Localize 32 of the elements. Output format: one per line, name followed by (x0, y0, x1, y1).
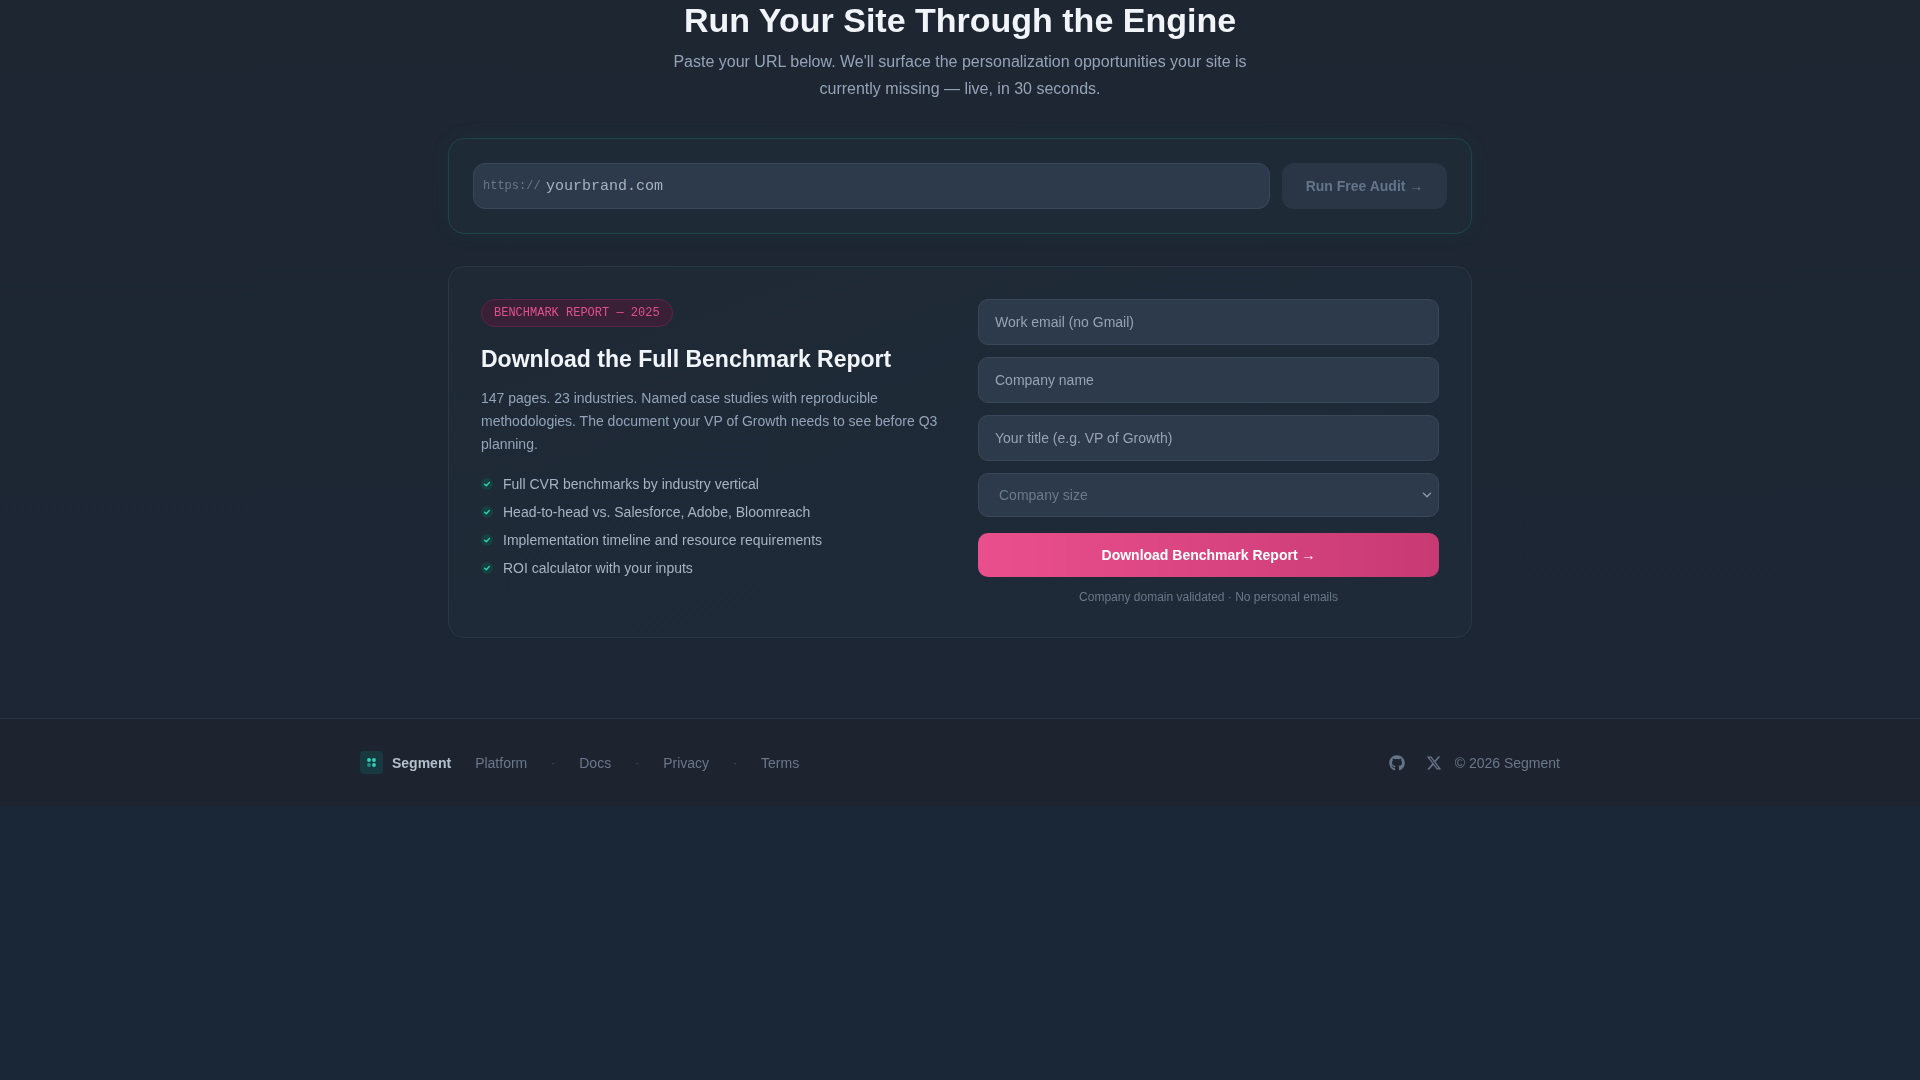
input-field[interactable]: Work email (no Gmail) (978, 299, 1439, 345)
check-circle-icon (481, 562, 493, 574)
download-button[interactable]: Download Benchmark Report → (978, 533, 1439, 577)
feature-text: Implementation timeline and resource requirements (503, 531, 823, 550)
footer-link[interactable]: Terms (761, 752, 800, 773)
brand-name: Segment (392, 753, 452, 773)
report-title: Download the Full Benchmark Report (481, 345, 892, 374)
input-field[interactable]: Company name (978, 357, 1439, 403)
report-badge: BENCHMARK REPORT — 2025 (481, 299, 673, 327)
separator-dot: · (551, 754, 556, 771)
select-field[interactable]: Company size (978, 473, 1439, 517)
hero-title: Run Your Site Through the Engine (683, 0, 1237, 40)
footer-link[interactable]: Privacy (663, 752, 710, 773)
x-icon[interactable] (1425, 754, 1442, 771)
feature-text: Head-to-head vs. Salesforce, Adobe, Bloomreach (503, 503, 811, 522)
copyright-text: © 2026 Segment (1454, 753, 1560, 773)
report-description: 147 pages. 23 industries. Named case studies with reproducible methodologies. The document your VP of Growth needs to see before Q3 planning. (481, 389, 939, 454)
form-note: Company domain validated · No personal emails (1078, 589, 1339, 605)
url-prefix: https:// (483, 178, 541, 194)
hero-subtitle: Paste your URL below. We'll surface the personalization opportunities your site is currently missing — live, in 30 seconds. (672, 52, 1248, 99)
separator-dot: · (635, 754, 640, 771)
check-circle-icon (481, 534, 493, 546)
footer-link[interactable]: Platform (475, 752, 528, 773)
input-field[interactable]: Your title (e.g. VP of Growth) (978, 415, 1439, 461)
github-icon[interactable] (1388, 754, 1405, 771)
check-circle-icon (481, 478, 493, 490)
separator-dot: · (733, 754, 738, 771)
check-circle-icon (481, 506, 493, 518)
footer-link[interactable]: Docs (579, 752, 612, 773)
logo-icon (360, 751, 383, 774)
feature-text: ROI calculator with your inputs (503, 559, 693, 578)
feature-text: Full CVR benchmarks by industry vertical (503, 475, 759, 494)
